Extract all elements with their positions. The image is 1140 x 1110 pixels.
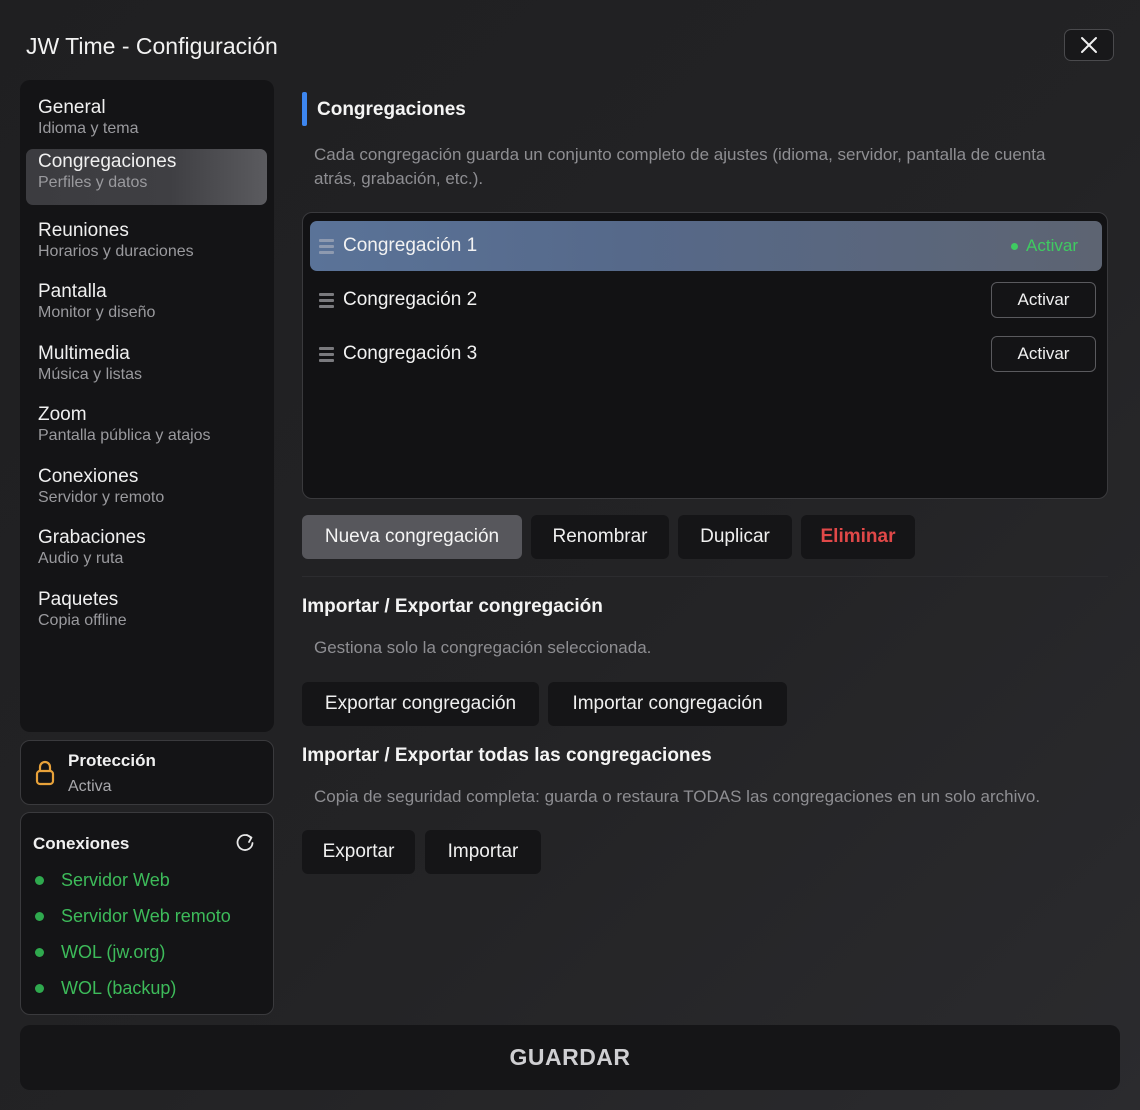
connections-title: Conexiones — [33, 834, 130, 853]
connection-wol-jworg: WOL (jw.org) — [35, 942, 165, 963]
close-icon — [1081, 37, 1097, 53]
list-item-congregation-3[interactable]: Congregación 3 Activar — [310, 329, 1102, 379]
all-io-description: Copia de seguridad completa: guarda o re… — [314, 787, 1041, 806]
sidebar-item-multimedia[interactable]: Multimedia Música y listas — [26, 341, 267, 397]
sidebar-item-label: Multimedia — [38, 343, 130, 364]
section-title: Congregaciones — [317, 99, 466, 120]
window-title: JW Time - Configuración — [26, 33, 278, 59]
sidebar-item-subtitle: Música y listas — [38, 366, 143, 383]
sidebar-item-label: Reuniones — [38, 220, 129, 241]
lock-icon — [35, 760, 55, 786]
connection-label: Servidor Web — [61, 870, 170, 890]
sidebar-item-label: General — [38, 97, 106, 118]
sidebar-item-subtitle: Copia offline — [38, 612, 127, 629]
section-description-line2: atrás, grabación, etc.). — [314, 169, 484, 188]
sidebar-item-label: Grabaciones — [38, 527, 146, 548]
connection-label: WOL (backup) — [61, 978, 177, 998]
section-accent-bar — [302, 92, 307, 126]
connections-card: Conexiones Servidor Web Servidor Web rem… — [20, 812, 274, 1015]
close-button[interactable] — [1064, 29, 1114, 61]
list-item-congregation-2[interactable]: Congregación 2 Activar — [310, 275, 1102, 325]
connection-label: Servidor Web remoto — [61, 906, 231, 926]
list-item-congregation-1[interactable]: Congregación 1 Activar — [310, 221, 1102, 271]
congregation-name: Congregación 2 — [343, 289, 478, 310]
drag-handle-icon[interactable] — [319, 347, 334, 365]
single-io-title: Importar / Exportar congregación — [302, 596, 603, 617]
export-congregation-button[interactable]: Exportar congregación — [302, 682, 539, 726]
sidebar-item-subtitle: Monitor y diseño — [38, 304, 156, 321]
section-description-line1: Cada congregación guarda un conjunto com… — [314, 145, 1046, 164]
connection-wol-backup: WOL (backup) — [35, 978, 176, 999]
protection-state: Activa — [68, 778, 112, 795]
connection-servidor-web-remoto: Servidor Web remoto — [35, 906, 231, 927]
sidebar-item-label: Congregaciones — [38, 151, 177, 172]
drag-handle-icon[interactable] — [319, 293, 334, 311]
protection-title: Protección — [68, 751, 156, 770]
sidebar-item-label: Conexiones — [38, 466, 139, 487]
title-bar: JW Time - Configuración — [0, 0, 1140, 80]
sidebar-item-reuniones[interactable]: Reuniones Horarios y duraciones — [26, 218, 267, 274]
sidebar-item-subtitle: Pantalla pública y atajos — [38, 427, 211, 444]
divider — [302, 576, 1108, 577]
sidebar-item-subtitle: Idioma y tema — [38, 120, 139, 137]
congregation-list: Congregación 1 Activar Congregación 2 Ac… — [302, 212, 1108, 499]
active-indicator: Activar — [1011, 236, 1078, 256]
import-all-button[interactable]: Importar — [425, 830, 541, 874]
rename-button[interactable]: Renombrar — [531, 515, 669, 559]
status-dot — [35, 948, 44, 957]
refresh-icon[interactable] — [234, 832, 256, 854]
sidebar-item-label: Pantalla — [38, 281, 107, 302]
new-congregation-button[interactable]: Nueva congregación — [302, 515, 522, 559]
export-all-button[interactable]: Exportar — [302, 830, 415, 874]
sidebar-item-congregaciones[interactable]: Congregaciones Perfiles y datos — [26, 149, 267, 205]
connection-label: WOL (jw.org) — [61, 942, 166, 962]
status-dot — [35, 876, 44, 885]
sidebar-item-grabaciones[interactable]: Grabaciones Audio y ruta — [26, 525, 267, 581]
single-io-description: Gestiona solo la congregación selecciona… — [314, 638, 652, 657]
sidebar-item-subtitle: Audio y ruta — [38, 550, 124, 567]
sidebar-item-pantalla[interactable]: Pantalla Monitor y diseño — [26, 279, 267, 335]
congregation-name: Congregación 3 — [343, 343, 478, 364]
delete-button[interactable]: Eliminar — [801, 515, 915, 559]
status-dot — [35, 912, 44, 921]
sidebar-nav: General Idioma y tema Congregaciones Per… — [20, 80, 274, 732]
activate-button[interactable]: Activar — [991, 282, 1096, 318]
sidebar-item-conexiones[interactable]: Conexiones Servidor y remoto — [26, 464, 267, 520]
connection-servidor-web: Servidor Web — [35, 870, 170, 891]
save-button[interactable]: GUARDAR — [20, 1025, 1120, 1090]
settings-window: JW Time - Configuración General Idioma y… — [0, 0, 1140, 1110]
sidebar-item-label: Paquetes — [38, 589, 119, 610]
import-congregation-button[interactable]: Importar congregación — [548, 682, 787, 726]
all-io-title: Importar / Exportar todas las congregaci… — [302, 745, 712, 766]
sidebar-item-paquetes[interactable]: Paquetes Copia offline — [26, 587, 267, 643]
drag-handle-icon[interactable] — [319, 239, 334, 257]
status-dot — [35, 984, 44, 993]
active-dot-icon — [1011, 242, 1019, 250]
sidebar-item-zoom[interactable]: Zoom Pantalla pública y atajos — [26, 402, 267, 458]
sidebar-item-subtitle: Horarios y duraciones — [38, 243, 194, 260]
sidebar-item-label: Zoom — [38, 404, 87, 425]
protection-card[interactable]: Protección Activa — [20, 740, 274, 805]
active-label: Activar — [1026, 236, 1078, 255]
congregation-name: Congregación 1 — [343, 235, 478, 256]
activate-button[interactable]: Activar — [991, 336, 1096, 372]
duplicate-button[interactable]: Duplicar — [678, 515, 792, 559]
sidebar-item-subtitle: Perfiles y datos — [38, 174, 148, 191]
sidebar-item-general[interactable]: General Idioma y tema — [26, 95, 267, 151]
sidebar-item-subtitle: Servidor y remoto — [38, 489, 165, 506]
